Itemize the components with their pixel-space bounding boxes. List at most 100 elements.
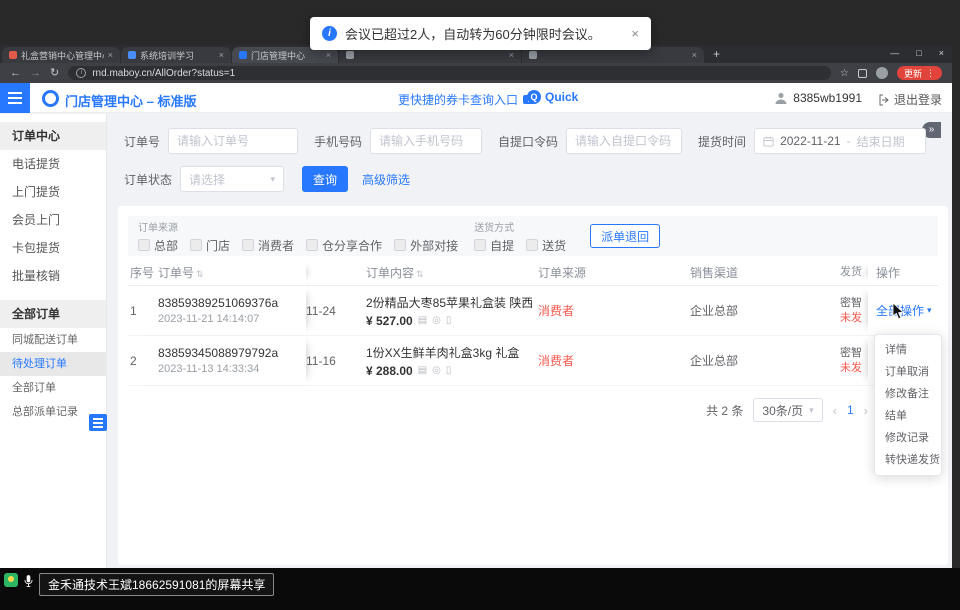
date-start-value[interactable]: 2022-11-21 xyxy=(780,134,841,148)
sidebar-item-city-delivery-orders[interactable]: 同城配送订单 xyxy=(0,328,106,352)
dispatch-return-button[interactable]: 派单退回 xyxy=(590,224,660,248)
toast-close-icon[interactable]: × xyxy=(631,26,639,41)
order-no-input[interactable] xyxy=(168,128,298,154)
checkbox-icon[interactable] xyxy=(138,239,150,251)
address-bar[interactable]: i rnd.maboy.cn/AllOrder?status=1 xyxy=(68,66,831,80)
column-header-source: 订单来源 xyxy=(538,264,690,281)
hamburger-menu-icon[interactable] xyxy=(0,83,30,113)
checkbox-source-store[interactable]: 门店 xyxy=(190,237,230,254)
date-end-placeholder[interactable]: 结束日期 xyxy=(857,133,905,150)
menu-item-close-order[interactable]: 结单 xyxy=(875,405,941,427)
column-header-channel: 销售渠道 xyxy=(690,264,840,281)
sort-icon[interactable]: ⇅ xyxy=(196,269,204,279)
sort-icon[interactable]: ⇅ xyxy=(416,269,424,279)
browser-tab[interactable]: 礼盒营销中心管理中心 × xyxy=(2,47,120,63)
screen: 礼盒营销中心管理中心 × 系统培训学习 × 门店管理中心 × × × xyxy=(0,0,960,610)
checkbox-label: 仓分享合作 xyxy=(322,237,382,254)
quick-logo-icon: Q xyxy=(527,90,541,104)
coupon-query-entry-link[interactable]: 更快捷的券卡查询入口 xyxy=(398,91,535,108)
quick-brand-link[interactable]: Q Quick xyxy=(527,90,578,104)
tab-close-icon[interactable]: × xyxy=(692,50,697,60)
microphone-icon xyxy=(24,573,33,593)
ship-line1: 密智 xyxy=(840,296,868,311)
tab-close-icon[interactable]: × xyxy=(326,50,331,60)
checkbox-delivery-selfpickup[interactable]: 自提 xyxy=(474,237,514,254)
browser-menu-icon[interactable]: ⋮ xyxy=(926,68,935,79)
menu-item-cancel-order[interactable]: 订单取消 xyxy=(875,361,941,383)
cell-ship-status: 密智 未发 xyxy=(840,296,868,326)
checkbox-icon[interactable] xyxy=(306,239,318,251)
checkbox-icon[interactable] xyxy=(394,239,406,251)
sidebar-item-member-visit[interactable]: 会员上门 xyxy=(0,206,106,234)
next-page-button[interactable]: › xyxy=(864,403,868,418)
browser-profile-avatar[interactable] xyxy=(876,67,888,79)
window-close-button[interactable]: × xyxy=(939,48,944,58)
browser-tab[interactable]: 系统培训学习 × xyxy=(121,47,231,63)
bookmark-star-icon[interactable]: ☆ xyxy=(840,68,849,79)
current-page[interactable]: 1 xyxy=(847,403,854,417)
menu-item-to-express[interactable]: 转快递发货 xyxy=(875,449,941,471)
checkbox-source-external[interactable]: 外部对接 xyxy=(394,237,458,254)
checkbox-icon[interactable] xyxy=(242,239,254,251)
menu-item-edit-history[interactable]: 修改记录 xyxy=(875,427,941,449)
sidebar-item-batch-verify[interactable]: 批量核销 xyxy=(0,262,106,290)
logout-button[interactable]: 退出登录 xyxy=(878,91,942,108)
sidebar-item-all-orders[interactable]: 全部订单 xyxy=(0,376,106,400)
sidebar-group-all-orders[interactable]: 全部订单 xyxy=(0,300,106,328)
sidebar-item-card-pickup[interactable]: 卡包提货 xyxy=(0,234,106,262)
order-status-label: 订单状态 xyxy=(124,171,172,188)
order-status-select[interactable]: 请选择 ▾ xyxy=(180,166,284,192)
table-header-row: 序号 订单号⇅ 订单内容⇅ 订单来源 销售渠道 发货 操作 xyxy=(128,260,938,286)
order-price: ¥ 288.00 xyxy=(366,364,413,378)
forward-icon[interactable]: → xyxy=(30,68,41,79)
pagination: 共 2 条 30条/页 ▾ ‹ 1 › xyxy=(128,398,868,422)
user-account[interactable]: 8385wb1991 xyxy=(774,91,862,105)
sidebar-group-order-center[interactable]: 订单中心 xyxy=(0,122,106,150)
window-minimize-button[interactable]: — xyxy=(890,48,899,58)
sidebar-expand-button[interactable] xyxy=(89,414,107,431)
advanced-filter-link[interactable]: 高级筛选 xyxy=(362,171,410,188)
tab-close-icon[interactable]: × xyxy=(219,50,224,60)
pickup-time-label: 提货时间 xyxy=(698,133,746,150)
prev-page-button[interactable]: ‹ xyxy=(833,403,837,418)
menu-item-edit-remark[interactable]: 修改备注 xyxy=(875,383,941,405)
checkbox-source-warehouse-share[interactable]: 仓分享合作 xyxy=(306,237,382,254)
extensions-icon[interactable] xyxy=(858,69,867,78)
column-header-content: 订单内容⇅ xyxy=(366,264,538,281)
service-icon: ◎ xyxy=(432,365,441,376)
window-maximize-button[interactable]: □ xyxy=(916,48,921,58)
screen-share-label: 金禾通技术王斌18662591081的屏幕共享 xyxy=(39,573,274,596)
checkbox-icon[interactable] xyxy=(526,239,538,251)
sidebar-item-door-pickup[interactable]: 上门提货 xyxy=(0,178,106,206)
page-size-select[interactable]: 30条/页 ▾ xyxy=(753,398,822,422)
cell-channel: 企业总部 xyxy=(690,352,840,369)
filter-row-2: 订单状态 请选择 ▾ 查询 高级筛选 xyxy=(124,166,410,192)
reload-icon[interactable]: ↻ xyxy=(50,68,59,79)
mouse-cursor xyxy=(892,303,904,320)
checkbox-delivery-deliver[interactable]: 送货 xyxy=(526,237,566,254)
back-icon[interactable]: ← xyxy=(10,68,21,79)
checkbox-source-hq[interactable]: 总部 xyxy=(138,237,178,254)
checkbox-label: 自提 xyxy=(490,237,514,254)
menu-item-detail[interactable]: 详情 xyxy=(875,339,941,361)
site-info-icon[interactable]: i xyxy=(76,68,86,78)
sidebar-item-pending-orders[interactable]: 待处理订单 xyxy=(0,352,106,376)
checkbox-icon[interactable] xyxy=(474,239,486,251)
search-button[interactable]: 查询 xyxy=(302,166,348,192)
phone-input[interactable] xyxy=(370,128,482,154)
checkbox-icon[interactable] xyxy=(190,239,202,251)
order-time: 2023-11-21 14:14:07 xyxy=(158,313,306,325)
checkbox-source-consumer[interactable]: 消费者 xyxy=(242,237,294,254)
new-tab-button[interactable]: + xyxy=(713,47,720,61)
order-number: 83859389251069376a xyxy=(158,296,306,310)
fixed-left-headers: 序号 订单号⇅ xyxy=(128,260,306,285)
tab-close-icon[interactable]: × xyxy=(108,50,113,60)
date-range-picker[interactable]: 2022-11-21 - 结束日期 xyxy=(754,128,926,154)
sidebar-item-phone-pickup[interactable]: 电话提货 xyxy=(0,150,106,178)
cell-source: 消费者 xyxy=(538,352,690,369)
phone-icon: ▯ xyxy=(446,365,452,376)
tab-close-icon[interactable]: × xyxy=(509,50,514,60)
chrome-update-badge[interactable]: 更新 ⋮ xyxy=(897,66,942,80)
pickup-code-input[interactable] xyxy=(566,128,682,154)
cell-content: 2份精品大枣85苹果礼盒装 陕西... ¥ 527.00 ▤ ◎ ▯ xyxy=(366,294,538,328)
